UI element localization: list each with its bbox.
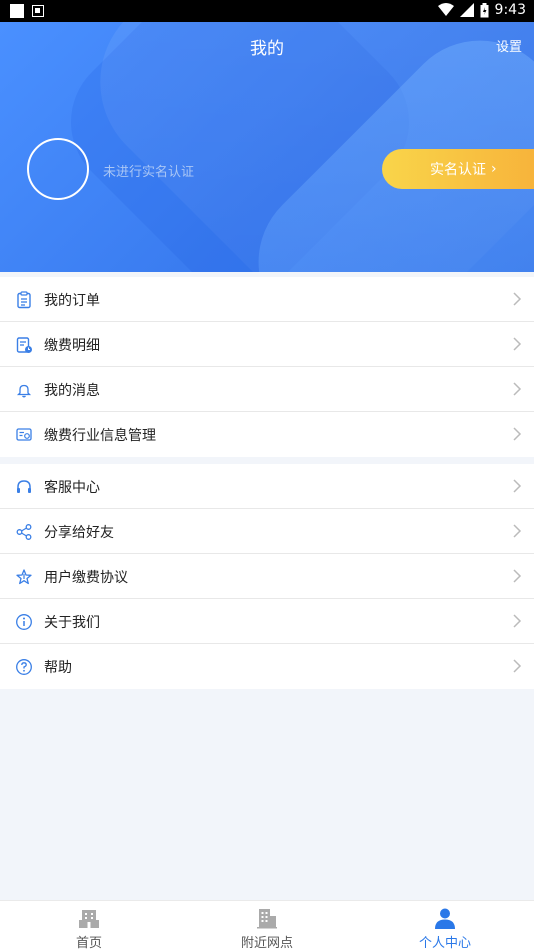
- status-bar: 9:43: [0, 0, 534, 22]
- wifi-icon: [437, 3, 454, 16]
- menu-item-label: 帮助: [44, 660, 72, 676]
- chevron-right-icon: [513, 382, 522, 396]
- avatar[interactable]: [27, 138, 89, 200]
- notification-icon: [10, 4, 24, 18]
- menu-item-label: 我的订单: [44, 293, 100, 309]
- menu-item-label: 缴费行业信息管理: [44, 428, 156, 444]
- menu-group-support: 客服中心 分享给好友 用户缴费协议 关于我们 帮助: [0, 464, 534, 689]
- menu-item-help[interactable]: 帮助: [0, 644, 534, 689]
- tab-nearby-outlets[interactable]: 附近网点: [207, 901, 327, 950]
- menu-item-my-orders[interactable]: 我的订单: [0, 277, 534, 322]
- status-time: 9:43: [494, 2, 526, 18]
- home-building-icon: [79, 910, 99, 928]
- chevron-right-icon: [513, 569, 522, 583]
- chevron-right-icon: [513, 427, 522, 441]
- realname-status-text: 未进行实名认证: [103, 165, 195, 180]
- page-title: 我的: [250, 39, 284, 59]
- chevron-right-icon: [513, 292, 522, 306]
- menu-item-label: 关于我们: [44, 615, 100, 631]
- tab-personal-center[interactable]: 个人中心: [385, 901, 505, 950]
- share-icon: [16, 524, 32, 540]
- help-icon: [16, 659, 32, 675]
- headset-icon: [17, 480, 31, 493]
- clipboard-icon: [17, 291, 31, 309]
- battery-icon: [480, 2, 489, 17]
- menu-item-label: 缴费明细: [44, 338, 100, 354]
- bell-icon: [16, 384, 32, 398]
- signal-icon: [459, 3, 474, 17]
- chevron-right-icon: ›: [491, 161, 497, 177]
- profile-header: 我的 设置 未进行实名认证 实名认证 ›: [0, 22, 534, 272]
- verify-button-label: 实名认证: [430, 162, 486, 178]
- industry-info-icon: [16, 428, 32, 441]
- chevron-right-icon: [513, 524, 522, 538]
- menu-item-industry-info[interactable]: 缴费行业信息管理: [0, 412, 534, 457]
- tab-label: 个人中心: [418, 936, 471, 950]
- app-notification-icon: [32, 5, 44, 17]
- star-agreement-icon: [16, 569, 32, 585]
- menu-item-label: 客服中心: [44, 480, 100, 496]
- chevron-right-icon: [513, 337, 522, 351]
- tab-label: 附近网点: [240, 936, 293, 950]
- menu-item-about-us[interactable]: 关于我们: [0, 599, 534, 644]
- menu-item-share-friends[interactable]: 分享给好友: [0, 509, 534, 554]
- settings-button[interactable]: 设置: [496, 36, 522, 55]
- tab-home[interactable]: 首页: [29, 901, 149, 950]
- chevron-right-icon: [513, 614, 522, 628]
- person-icon: [435, 908, 455, 929]
- bottom-tab-bar: 首页 附近网点 个人中心: [0, 900, 534, 950]
- info-icon: [16, 614, 32, 630]
- menu-item-label: 分享给好友: [44, 525, 114, 541]
- tab-label: 首页: [75, 936, 102, 950]
- menu-item-user-agreement[interactable]: 用户缴费协议: [0, 554, 534, 599]
- chevron-right-icon: [513, 479, 522, 493]
- menu-group-account: 我的订单 缴费明细 我的消息 缴费行业信息管理: [0, 277, 534, 457]
- menu-item-customer-service[interactable]: 客服中心: [0, 464, 534, 509]
- realname-verify-button[interactable]: 实名认证 ›: [382, 149, 534, 189]
- bill-detail-icon: [16, 337, 32, 353]
- menu-item-label: 用户缴费协议: [44, 570, 128, 586]
- menu-item-my-messages[interactable]: 我的消息: [0, 367, 534, 412]
- nearby-outlets-icon: [257, 909, 277, 929]
- menu-item-payment-details[interactable]: 缴费明细: [0, 322, 534, 367]
- chevron-right-icon: [513, 659, 522, 673]
- menu-item-label: 我的消息: [44, 383, 100, 399]
